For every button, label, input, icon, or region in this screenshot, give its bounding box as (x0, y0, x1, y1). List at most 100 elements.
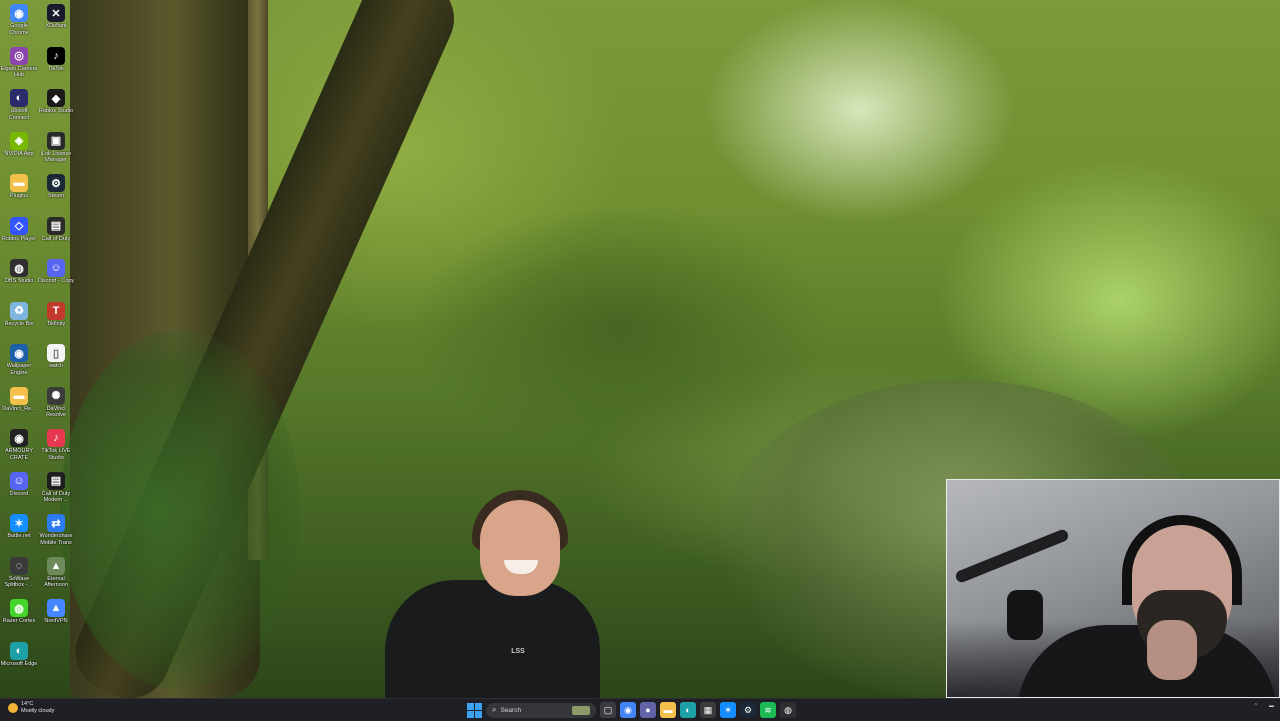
desktop-icon[interactable]: ▬ DaVinci_Re... (0, 383, 38, 413)
start-button[interactable] (466, 702, 482, 718)
obs-icon[interactable]: ◍ (780, 702, 796, 718)
desktop-icon-label: TikTok LIVE Studio (41, 448, 71, 461)
steam-icon[interactable]: ⚙ (740, 702, 756, 718)
desktop-icon-label: Ubisoft Connect (8, 108, 30, 121)
wallpaper-engine-icon: ◉ (10, 344, 28, 362)
steam-icon: ⚙ (47, 174, 65, 192)
desktop-icon[interactable]: ◍ OBS Studio (0, 255, 38, 285)
desktop-icon[interactable]: ◌ SoWave Splitbox - ... (0, 553, 38, 589)
teams-icon[interactable]: ● (640, 702, 656, 718)
desktop-icon[interactable]: ◇ Roblox Player (0, 213, 38, 243)
desktop-icon-label: NVIDIA App (4, 150, 34, 157)
store-icon[interactable]: ▦ (700, 702, 716, 718)
desktop-icon[interactable]: ♪ TikTok LIVE Studio (37, 425, 75, 461)
desktop-icon[interactable]: ◎ Elgato Camera Hub (0, 43, 38, 79)
desktop-icon[interactable]: ⇄ Wondershare Mobile Trans (37, 510, 75, 546)
desktop-icon[interactable]: ◆ Roblox Studio (37, 85, 75, 115)
taskbar-search[interactable]: ⌕ Search (486, 702, 596, 718)
desktop-icon[interactable]: ▤ Call of Duty Modern ... (37, 468, 75, 504)
recycle-bin-icon: ♻ (10, 301, 28, 320)
battlenet-icon: ✶ (10, 514, 28, 532)
ubisoft-icon: ◐ (10, 89, 28, 107)
desktop-icon[interactable]: ◈ NVIDIA App (0, 128, 38, 158)
desktop-icon[interactable]: ▬ Plugins (0, 170, 38, 200)
wallpaper-person: LSS (380, 480, 610, 698)
desktop-icon-label: Wallpaper Engine (6, 363, 32, 376)
desktop-icon[interactable]: ◐ Ubisoft Connect (0, 85, 38, 121)
task-view-icon[interactable]: ▢ (600, 702, 616, 718)
edge-icon: ◐ (10, 641, 28, 660)
desktop-icon[interactable]: ♻ Recycle Bin (0, 298, 38, 328)
desktop-icon[interactable]: ✕ XDefiant (37, 0, 75, 30)
desktop-icon[interactable]: ▤ Call of Duty (37, 213, 75, 243)
nvidia-icon: ◈ (10, 131, 28, 150)
desktop-icon-label: Wondershare Mobile Trans (39, 533, 73, 546)
desktop-icon[interactable]: ◉ ARMOURY CRATE (0, 425, 38, 461)
webcam-overlay (946, 479, 1280, 698)
weather-text: 14°C Mostly cloudy (21, 701, 54, 714)
chrome-icon[interactable]: ◉ (620, 702, 636, 718)
desktop-icon-label: Microsoft Edge (0, 660, 38, 667)
desktop-icon[interactable]: ✶ Battle.net (0, 510, 38, 540)
desktop-icon-label: XDefiant (45, 23, 67, 29)
desktop-icon-grid: ◉ Google Chrome ✕ XDefiant ◎ Elgato Camera Hu… (0, 0, 78, 690)
eternal-afternoon-icon: ▲ (47, 556, 65, 575)
system-tray: ^ ▬ (1255, 703, 1274, 709)
desktop-icon[interactable]: ▲ Eternal Afternoon (37, 553, 75, 589)
desktop-icon[interactable]: ♪ TikTok (37, 43, 75, 73)
desktop-icon[interactable]: ◍ Razer Cortex (0, 595, 38, 625)
tray-clock[interactable]: ▬ (1269, 703, 1274, 709)
taskbar: 14°C Mostly cloudy ⌕ Search ▢ ◉ ● ▬ ◐ ▦ ✶ ⚙ ≋ ◍ ^… (0, 698, 1280, 721)
desktop-icon[interactable]: T Tikfinity (37, 298, 75, 328)
desktop-icon[interactable]: ☺ Discord - Copy (37, 255, 75, 285)
roblox-player-icon: ◇ (10, 216, 28, 235)
streamer-hand (1147, 620, 1197, 680)
battlenet-icon[interactable]: ✶ (720, 702, 736, 718)
desktop-icon[interactable]: ⚙ Steam (37, 170, 75, 200)
desktop-icon-label: Battle.net (7, 533, 31, 539)
desktop-icon-label: Roblox Player (1, 235, 37, 242)
mic-arm (954, 527, 1070, 585)
nordvpn-icon: ▲ (47, 599, 65, 617)
person-body (385, 580, 600, 698)
desktop-icon-label: Tikfinity (46, 320, 66, 327)
desktop-icon[interactable]: ▲ NordVPN (37, 595, 75, 625)
discord-icon: ☺ (47, 259, 65, 277)
desktop-icon-label: OBS Studio (4, 278, 34, 284)
desktop-icon-label: NordVPN (44, 618, 68, 624)
tray-icon[interactable]: ^ (1255, 703, 1257, 709)
desktop-icon[interactable]: ◉ Google Chrome (0, 0, 38, 36)
desktop-icon[interactable]: ☺ Discord (0, 468, 38, 498)
splitbox-icon: ◌ (10, 556, 28, 575)
desktop-icon-label: Call of Duty Modern ... (41, 490, 71, 504)
desktop-icon[interactable]: ◐ Microsoft Edge (0, 638, 38, 668)
desktop-icon-label: Discord - Copy (37, 278, 75, 284)
windows-logo-tile (466, 702, 474, 710)
edge-icon[interactable]: ◐ (680, 702, 696, 718)
desktop-icon-label: Recycle Bin (4, 320, 34, 327)
tikfinity-icon: T (47, 301, 65, 320)
roblox-studio-icon: ◆ (47, 89, 65, 107)
desktop-icon-label: TikTok (48, 65, 64, 72)
xdefiant-icon: ✕ (47, 4, 65, 22)
discord-icon: ☺ (10, 471, 28, 490)
microphone (1007, 590, 1043, 640)
desktop-icon[interactable]: ▣ iLok License Manager (37, 128, 75, 164)
razer-icon: ◍ (10, 599, 28, 617)
windows-logo-tile (466, 710, 474, 718)
shirt-text: LSS (511, 648, 525, 655)
camera-hub-icon: ◎ (10, 46, 28, 65)
desktop-icon[interactable]: ▯ watch (37, 340, 75, 370)
fern-foliage (60, 330, 300, 690)
desktop-icon[interactable]: ◉ Wallpaper Engine (0, 340, 38, 376)
desktop-icon-label: Razer Cortex (2, 618, 36, 624)
search-label: Search (500, 706, 522, 714)
weather-desc: Mostly cloudy (21, 707, 55, 714)
call-of-duty-icon: ▤ (47, 471, 65, 490)
desktop-icon[interactable]: ✺ DaVinci Resolve (37, 383, 75, 419)
weather-widget[interactable]: 14°C Mostly cloudy (8, 701, 54, 714)
folder-icon: ▬ (10, 386, 28, 405)
spotify-icon[interactable]: ≋ (760, 702, 776, 718)
file-explorer-icon[interactable]: ▬ (660, 702, 676, 718)
desktop-icon-label: Discord (9, 490, 29, 497)
